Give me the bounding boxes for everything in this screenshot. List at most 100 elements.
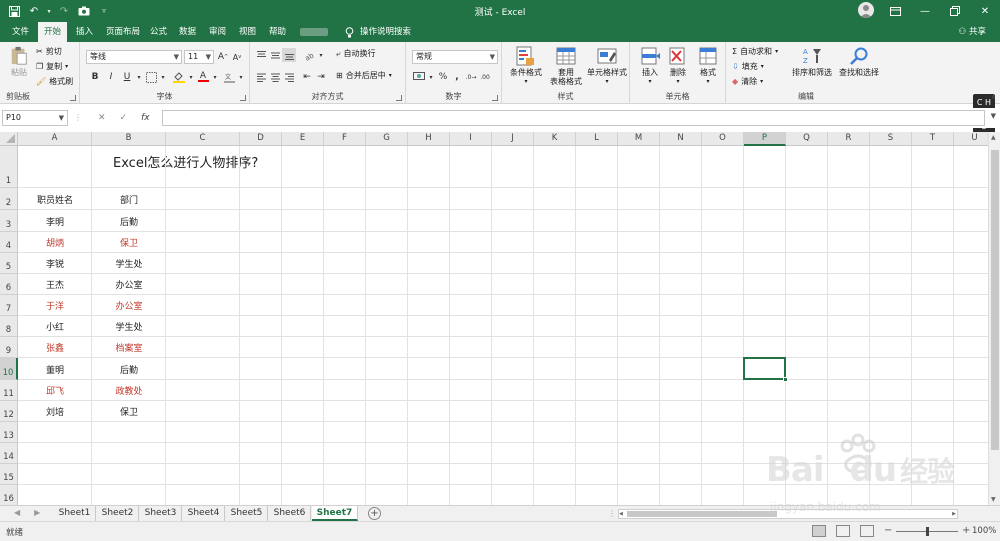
number-format-select[interactable]: 常规 ▼ [412, 50, 498, 64]
zoom-level[interactable]: 100% [972, 526, 996, 536]
decrease-indent-icon[interactable]: ⇤ [300, 70, 314, 84]
fill-handle[interactable] [783, 377, 788, 382]
row-header-13[interactable]: 13 [0, 422, 18, 443]
column-header-k[interactable]: K [534, 132, 576, 146]
tab-insert[interactable]: 插入 [70, 22, 99, 42]
vertical-scrollbar[interactable]: ▲ ▼ [988, 132, 1000, 505]
name-box[interactable]: P10 ▼ [2, 110, 68, 126]
fill-button[interactable]: ⇩ 填充 ▾ [732, 61, 764, 72]
tab-formulas[interactable]: 公式 [144, 22, 173, 42]
font-size-select[interactable]: 11 ▼ [184, 50, 214, 64]
font-launcher-icon[interactable] [240, 95, 246, 101]
row-header-9[interactable]: 9 [0, 337, 18, 358]
cell-department[interactable]: 后勤 [92, 210, 166, 232]
chevron-down-icon[interactable]: ▾ [234, 70, 248, 84]
column-header-b[interactable]: B [92, 132, 166, 146]
next-sheet-icon[interactable]: ▶ [34, 508, 40, 517]
minimize-icon[interactable]: — [910, 0, 940, 22]
cell-department[interactable]: 学生处 [92, 253, 166, 274]
zoom-in-icon[interactable]: + [962, 525, 970, 536]
row-header-7[interactable]: 7 [0, 295, 18, 316]
column-header-j[interactable]: J [492, 132, 534, 146]
align-left-icon[interactable] [254, 70, 268, 84]
format-cells-button[interactable]: 格式 ▾ [694, 46, 722, 86]
align-right-icon[interactable] [282, 70, 296, 84]
clear-button[interactable]: ◆ 清除 ▾ [732, 76, 763, 87]
tab-file[interactable]: 文件 [6, 22, 35, 42]
increase-font-icon[interactable]: A ^ [216, 50, 230, 64]
cell-department[interactable]: 保卫 [92, 232, 166, 253]
tell-me-search[interactable]: 操作说明搜索 [345, 22, 411, 42]
column-header-g[interactable]: G [366, 132, 408, 146]
row-header-11[interactable]: 11 [0, 380, 18, 401]
clipboard-launcher-icon[interactable] [70, 95, 76, 101]
tab-view[interactable]: 视图 [233, 22, 262, 42]
column-header-a[interactable]: A [18, 132, 92, 146]
row-header-2[interactable]: 2 [0, 188, 18, 210]
cell-employee-name[interactable]: 刘培 [18, 401, 92, 422]
tab-review[interactable]: 审阅 [203, 22, 232, 42]
cell-department[interactable]: 保卫 [92, 401, 166, 422]
vertical-scroll-thumb[interactable] [991, 150, 999, 450]
cell-employee-name[interactable]: 邱飞 [18, 380, 92, 401]
cell-employee-name[interactable]: 张鑫 [18, 337, 92, 358]
row-header-10[interactable]: 10 [0, 358, 18, 380]
column-header-c[interactable]: C [166, 132, 240, 146]
copy-button[interactable]: ❐ 复制 ▾ [36, 61, 68, 72]
row-header-5[interactable]: 5 [0, 253, 18, 274]
cell-employee-name[interactable]: 胡炳 [18, 232, 92, 253]
restore-icon[interactable] [940, 0, 970, 22]
scroll-left-icon[interactable]: ◀ [619, 511, 623, 517]
cell-department[interactable]: 办公室 [92, 274, 166, 295]
sort-filter-button[interactable]: AZ 排序和筛选 [788, 46, 836, 77]
row-header-12[interactable]: 12 [0, 401, 18, 422]
active-cell-p10[interactable] [743, 357, 786, 380]
chevron-down-icon[interactable]: ▾ [156, 70, 170, 84]
column-header-n[interactable]: N [660, 132, 702, 146]
comma-style-button[interactable]: , [450, 70, 464, 84]
column-header-m[interactable]: M [618, 132, 660, 146]
sheet-tab-sheet3[interactable]: Sheet3 [140, 506, 182, 521]
column-header-d[interactable]: D [240, 132, 282, 146]
cell-department[interactable]: 学生处 [92, 316, 166, 337]
chevron-down-icon[interactable]: ▾ [314, 48, 328, 62]
row-header-4[interactable]: 4 [0, 232, 18, 253]
prev-sheet-icon[interactable]: ◀ [14, 508, 20, 517]
row-header-16[interactable]: 16 [0, 485, 18, 505]
scroll-up-icon[interactable]: ▲ [991, 134, 996, 141]
zoom-knob[interactable] [926, 527, 929, 536]
column-header-i[interactable]: I [450, 132, 492, 146]
paste-button[interactable]: 粘贴 [6, 46, 32, 77]
row-header-1[interactable]: 1 [0, 146, 18, 188]
column-header-s[interactable]: S [870, 132, 912, 146]
autosum-button[interactable]: Σ 自动求和 ▾ [732, 46, 778, 57]
formula-input[interactable] [162, 110, 985, 126]
sheet-title-text[interactable]: Excel怎么进行人物排序? [113, 152, 258, 171]
cell-department[interactable]: 办公室 [92, 295, 166, 316]
merge-center-button[interactable]: ⊞ 合并后居中 ▾ [336, 70, 392, 81]
expand-formula-icon[interactable]: ▼ [991, 112, 996, 120]
add-sheet-button[interactable]: + [368, 507, 381, 520]
select-all-corner[interactable] [0, 132, 18, 146]
horizontal-scroll-thumb[interactable] [627, 511, 777, 517]
insert-function-icon[interactable]: fx [141, 113, 150, 123]
find-select-button[interactable]: 查找和选择 [836, 46, 882, 77]
normal-view-icon[interactable] [812, 525, 826, 537]
column-header-u[interactable]: U [954, 132, 988, 146]
percent-style-button[interactable]: % [436, 70, 450, 84]
column-header-l[interactable]: L [576, 132, 618, 146]
confirm-formula-icon[interactable]: ✓ [120, 113, 128, 123]
cancel-formula-icon[interactable]: ✕ [98, 113, 106, 123]
alignment-launcher-icon[interactable] [396, 95, 402, 101]
increase-indent-icon[interactable]: ⇥ [314, 70, 328, 84]
column-header-f[interactable]: F [324, 132, 366, 146]
sheet-tab-sheet1[interactable]: Sheet1 [54, 506, 96, 521]
cell-employee-name[interactable]: 李明 [18, 210, 92, 232]
cell-employee-name[interactable]: 小红 [18, 316, 92, 337]
row-header-6[interactable]: 6 [0, 274, 18, 295]
conditional-formatting-button[interactable]: 条件格式 ▾ [506, 46, 546, 86]
tab-page-layout[interactable]: 页面布局 [100, 22, 146, 42]
top-align-icon[interactable] [254, 48, 268, 62]
scroll-down-icon[interactable]: ▼ [991, 496, 996, 503]
middle-align-icon[interactable] [268, 48, 282, 62]
